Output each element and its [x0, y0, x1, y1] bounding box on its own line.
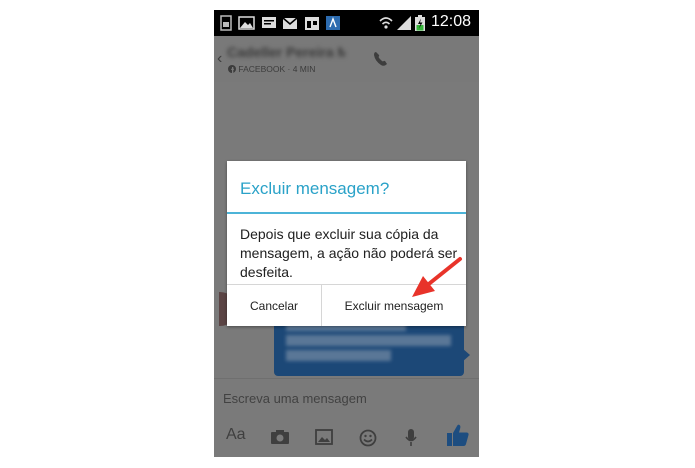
gallery-icon [238, 16, 255, 30]
subtitle-text: FACEBOOK · 4 MIN [238, 64, 316, 74]
camera-icon[interactable] [270, 429, 290, 445]
composer: Escreva uma mensagem Aa [214, 378, 479, 457]
back-chevron-icon[interactable]: ‹ [217, 50, 222, 68]
emoji-icon[interactable] [359, 429, 377, 447]
gmail-icon [282, 17, 298, 29]
dialog-message: Depois que excluir sua cópia da mensagem… [240, 226, 458, 280]
battery-charging-icon [415, 15, 425, 31]
signal-icon [397, 16, 411, 30]
sms-icon [262, 17, 276, 28]
app-icon [326, 16, 340, 30]
wifi-icon [379, 17, 393, 29]
calendar-icon [305, 17, 319, 30]
conversation-header: ‹ Cadeller Pereira Mt FACEBOOK · 4 MIN [214, 36, 479, 82]
text-format-button[interactable]: Aa [226, 426, 246, 444]
contact-name: Cadeller Pereira Mt [227, 44, 345, 58]
sim-icon [220, 15, 232, 31]
message-text-blurred [286, 320, 461, 361]
message-input[interactable]: Escreva uma mensagem [223, 391, 367, 406]
delete-message-dialog: Excluir mensagem? Depois que excluir sua… [227, 161, 466, 326]
facebook-icon [228, 65, 236, 73]
contact-subtitle: FACEBOOK · 4 MIN [228, 64, 315, 74]
cancel-button[interactable]: Cancelar [227, 285, 321, 326]
like-thumbs-up-icon[interactable] [446, 423, 470, 447]
dialog-title: Excluir mensagem? [240, 179, 390, 198]
clock: 12:08 [430, 13, 471, 30]
image-icon[interactable] [315, 429, 333, 445]
dialog-divider [227, 212, 466, 214]
delete-message-button[interactable]: Excluir mensagem [322, 285, 466, 326]
phone-call-icon[interactable] [372, 50, 390, 68]
status-bar: 12:08 [214, 10, 479, 36]
microphone-icon[interactable] [405, 429, 417, 447]
